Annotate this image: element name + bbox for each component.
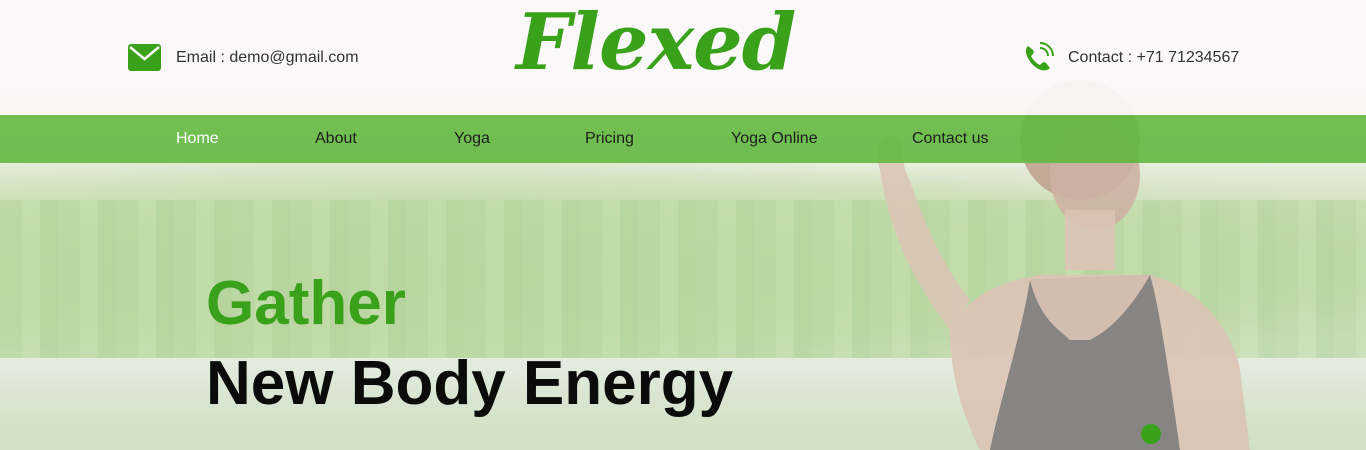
nav-contact-us[interactable]: Contact us	[912, 130, 988, 148]
contact-info: Contact : +71 71234567	[1022, 42, 1239, 74]
phone-icon	[1025, 42, 1054, 71]
main-navigation: Home About Yoga Pricing Yoga Online Cont…	[0, 115, 1366, 163]
top-header: Email : demo@gmail.com Flexed Contact : …	[0, 0, 1366, 115]
slider-dot-active[interactable]	[1141, 424, 1161, 444]
nav-yoga-online[interactable]: Yoga Online	[731, 130, 818, 148]
hero-heading-line2: New Body Energy	[206, 349, 734, 418]
email-info: Email : demo@gmail.com	[128, 44, 359, 71]
hero-heading-line1: Gather	[206, 269, 406, 338]
envelope-icon	[128, 44, 161, 71]
site-logo[interactable]: Flexed	[516, 4, 796, 82]
nav-pricing[interactable]: Pricing	[585, 130, 634, 148]
nav-home[interactable]: Home	[176, 130, 219, 148]
nav-about[interactable]: About	[315, 130, 357, 148]
email-text[interactable]: Email : demo@gmail.com	[176, 49, 359, 67]
contact-text[interactable]: Contact : +71 71234567	[1068, 49, 1239, 67]
nav-yoga[interactable]: Yoga	[454, 130, 490, 148]
